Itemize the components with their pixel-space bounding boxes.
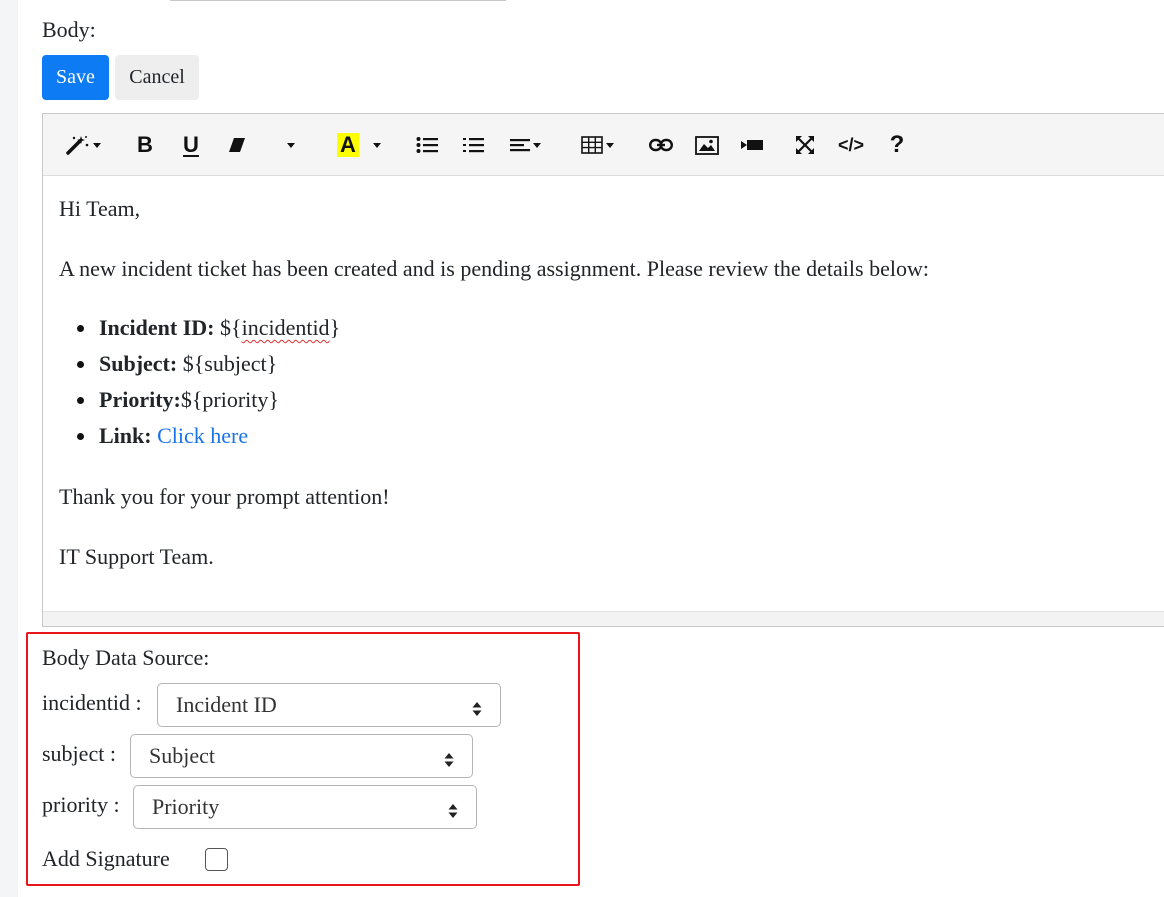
incidentid-label: incidentid :	[42, 690, 142, 715]
chevron-down-icon	[93, 142, 101, 148]
select-arrows-icon	[444, 748, 454, 767]
incidentid-select[interactable]: Incident ID	[157, 683, 501, 727]
chevron-down-icon	[605, 142, 614, 148]
text-color-icon: A	[337, 133, 359, 157]
select-arrows-icon	[472, 697, 482, 716]
details-list: Incident ID: ${incidentid} Subject: ${su…	[76, 310, 340, 454]
editor-content[interactable]: Hi Team, A new incident ticket has been …	[59, 175, 1164, 610]
clear-format-button[interactable]	[223, 130, 251, 160]
item-value: ${subject}	[177, 351, 278, 376]
select-arrows-icon	[448, 799, 458, 818]
cancel-button[interactable]: Cancel	[115, 55, 199, 100]
unordered-list-icon	[416, 136, 438, 154]
body-label: Body:	[42, 17, 96, 42]
table-icon	[580, 136, 603, 154]
help-button[interactable]: ?	[883, 130, 911, 160]
code-view-button[interactable]: </>	[833, 130, 869, 160]
rich-text-editor: B U A </> ? Hi Team, A new incident tick…	[42, 113, 1164, 627]
magic-wand-icon	[65, 134, 91, 156]
table-button[interactable]	[575, 130, 619, 160]
unordered-list-button[interactable]	[413, 130, 441, 160]
list-item: Subject: ${subject}	[76, 346, 340, 382]
item-label: Incident ID:	[99, 315, 215, 340]
bold-button[interactable]: B	[131, 130, 159, 160]
thanks-text: Thank you for your prompt attention!	[59, 484, 390, 509]
chevron-down-icon	[372, 142, 381, 148]
item-label: Link:	[99, 423, 152, 448]
code-view-icon: </>	[837, 134, 865, 155]
page-margin	[0, 0, 18, 897]
ordered-list-icon	[462, 136, 484, 154]
incidentid-select-value: Incident ID	[176, 692, 277, 717]
align-button[interactable]	[503, 130, 547, 160]
divider	[170, 0, 506, 1]
greeting-text: Hi Team,	[59, 196, 141, 221]
bold-icon: B	[137, 132, 153, 157]
list-item: Priority:${priority}	[76, 382, 340, 418]
underline-button[interactable]: U	[177, 130, 205, 160]
editor-toolbar: B U A </> ?	[43, 114, 1164, 176]
chevron-down-icon	[287, 142, 295, 148]
ordered-list-button[interactable]	[459, 130, 487, 160]
editor-resize-bar[interactable]	[43, 611, 1164, 626]
signoff-text: IT Support Team.	[59, 544, 214, 569]
list-item: Incident ID: ${incidentid}	[76, 310, 340, 346]
eraser-icon	[228, 137, 246, 153]
video-icon	[740, 138, 764, 152]
list-item: Link: Click here	[76, 418, 340, 454]
placeholder-token: incidentid	[241, 315, 330, 340]
underline-icon: U	[183, 132, 199, 157]
subject-label: subject :	[42, 741, 116, 766]
link-icon	[649, 138, 673, 152]
priority-select[interactable]: Priority	[133, 785, 477, 829]
help-icon: ?	[889, 131, 905, 158]
fullscreen-button[interactable]	[791, 130, 819, 160]
item-label: Subject:	[99, 351, 178, 376]
magic-style-button[interactable]	[59, 130, 107, 160]
subject-select-value: Subject	[149, 743, 215, 768]
priority-select-value: Priority	[152, 794, 220, 819]
click-here-link[interactable]: Click here	[157, 423, 248, 448]
priority-label: priority :	[42, 792, 120, 817]
save-button[interactable]: Save	[42, 55, 109, 100]
item-label: Priority:	[99, 387, 181, 412]
video-button[interactable]	[737, 130, 767, 160]
fullscreen-icon	[795, 135, 815, 155]
item-value: ${priority}	[180, 387, 279, 412]
intro-text: A new incident ticket has been created a…	[59, 256, 929, 281]
align-icon	[509, 137, 530, 153]
picture-icon	[695, 135, 719, 155]
font-dropdown[interactable]	[279, 130, 303, 160]
add-signature-label: Add Signature	[42, 846, 170, 871]
link-button[interactable]	[647, 130, 675, 160]
subject-select[interactable]: Subject	[130, 734, 473, 778]
chevron-down-icon	[532, 142, 541, 148]
picture-button[interactable]	[693, 130, 721, 160]
add-signature-checkbox[interactable]	[205, 848, 228, 871]
data-source-title: Body Data Source:	[42, 645, 210, 670]
text-color-button[interactable]: A	[329, 130, 389, 160]
